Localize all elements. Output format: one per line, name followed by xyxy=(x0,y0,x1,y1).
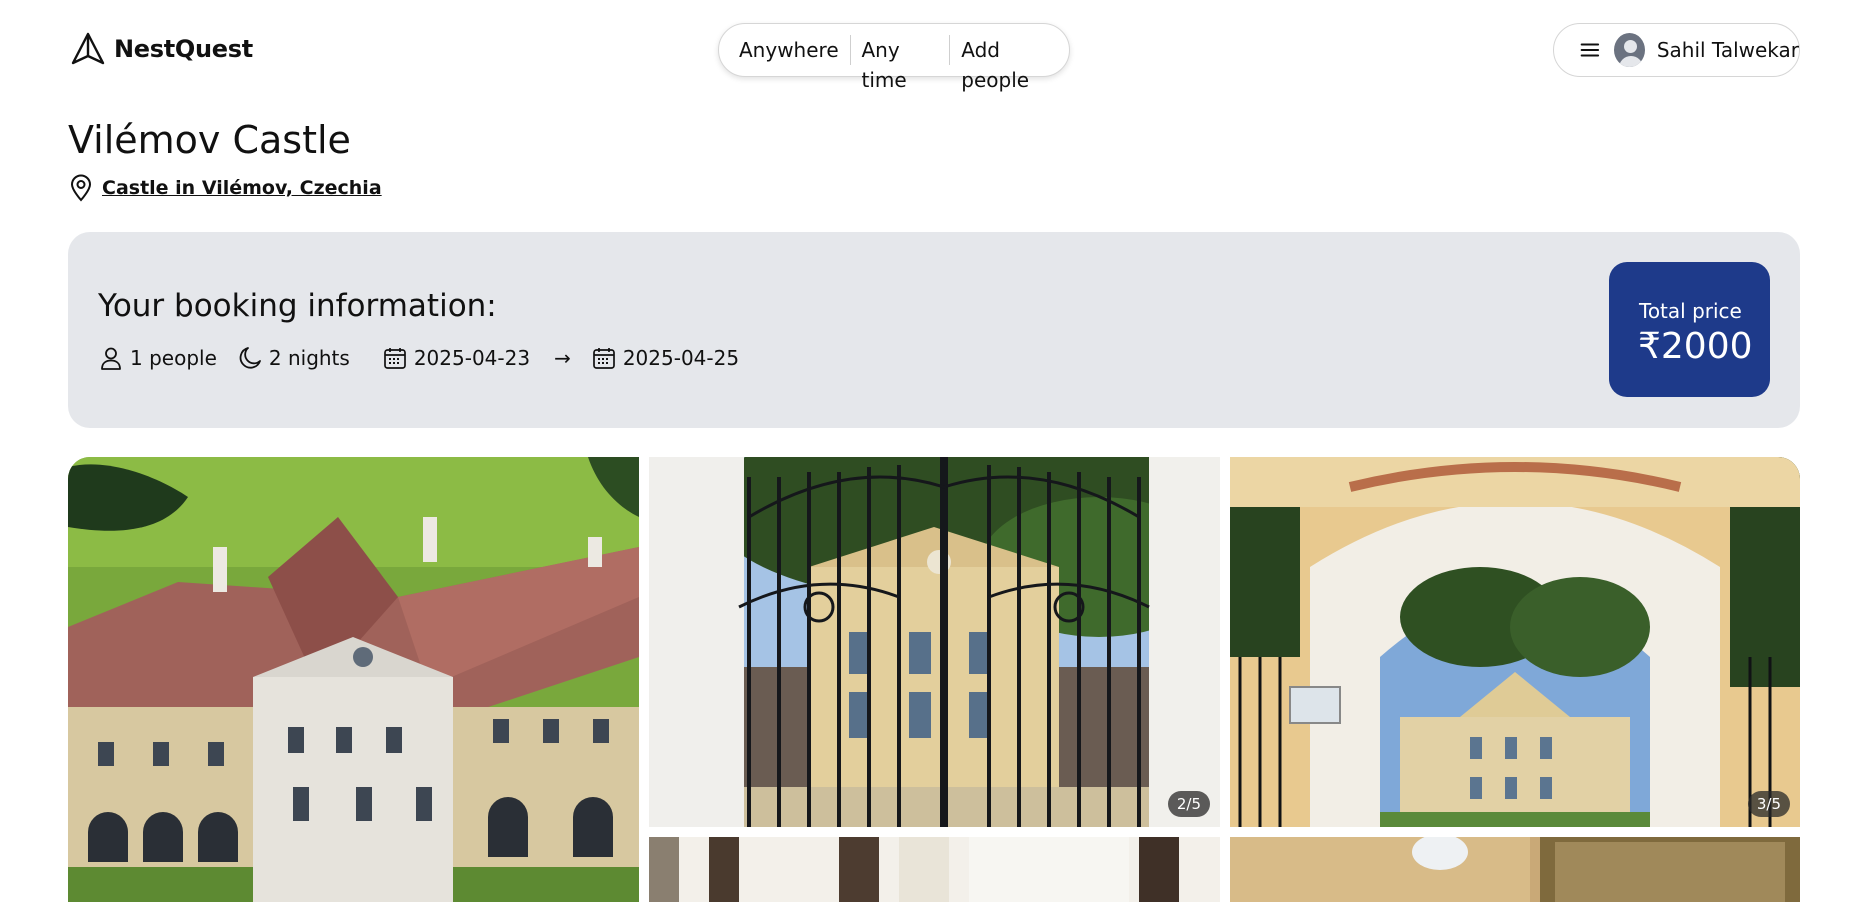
gallery-photo-main[interactable] xyxy=(68,457,639,902)
search-add-people-button[interactable]: Add people xyxy=(950,35,1069,92)
gallery-photo-4[interactable] xyxy=(649,837,1220,902)
date-arrow: → xyxy=(554,346,571,370)
moon-icon xyxy=(239,347,261,369)
check-in-label: 2025-04-23 xyxy=(413,346,531,370)
calendar-icon xyxy=(592,348,615,369)
photo-counter: 3/5 xyxy=(1747,791,1790,817)
castle-arch-image xyxy=(1230,457,1800,827)
check-out-date: 2025-04-25 xyxy=(591,345,739,371)
logo-icon xyxy=(71,32,105,65)
brand-logo[interactable]: NestQuest xyxy=(70,31,253,67)
booking-heading: Your booking information: xyxy=(98,288,497,324)
interior-image xyxy=(1230,837,1800,902)
gallery-photo-2[interactable]: 2/5 xyxy=(649,457,1220,827)
castle-aerial-image xyxy=(68,457,639,902)
total-price-label: Total price xyxy=(1639,299,1742,323)
location-link[interactable]: Castle in Vilémov, Czechia xyxy=(102,177,382,199)
page-title: Vilémov Castle xyxy=(68,118,351,162)
total-price-box: Total price ₹2000 xyxy=(1609,262,1770,397)
user-name: Sahil Talwekar xyxy=(1656,38,1799,62)
castle-gate-image xyxy=(649,457,1220,827)
booking-info-card: Your booking information: 1 people 2 nig… xyxy=(68,232,1800,428)
photo-counter: 2/5 xyxy=(1167,791,1210,817)
brand-name: NestQuest xyxy=(114,35,253,63)
search-anywhere-button[interactable]: Anywhere xyxy=(719,35,850,65)
check-in-date: 2025-04-23 xyxy=(382,345,530,371)
room-curtains-image xyxy=(649,837,1220,902)
hamburger-menu-icon xyxy=(1580,43,1600,57)
person-icon xyxy=(101,347,121,370)
total-price-value: ₹2000 xyxy=(1638,326,1753,367)
avatar xyxy=(1613,33,1645,67)
people-label: 1 people xyxy=(130,346,217,370)
booking-details: 1 people 2 nights 2025-04-23 → 2025-04-2… xyxy=(98,345,759,371)
gallery-photo-3[interactable]: 3/5 xyxy=(1230,457,1800,827)
user-menu-button[interactable]: Sahil Talwekar xyxy=(1553,23,1800,77)
nights-count: 2 nights xyxy=(237,345,350,371)
search-bar[interactable]: Anywhere Any time Add people xyxy=(718,23,1070,92)
top-header: NestQuest Anywhere Any time Add people S… xyxy=(0,0,1868,100)
check-out-label: 2025-04-25 xyxy=(622,346,740,370)
location-row: Castle in Vilémov, Czechia xyxy=(68,174,382,202)
search-any-time-button[interactable]: Any time xyxy=(850,35,949,92)
calendar-icon xyxy=(383,348,406,369)
map-pin-icon xyxy=(70,174,92,202)
nights-label: 2 nights xyxy=(268,346,350,370)
gallery-photo-5[interactable] xyxy=(1230,837,1800,902)
people-count: 1 people xyxy=(98,345,217,371)
photo-gallery: 2/5 3/5 xyxy=(68,457,1800,902)
